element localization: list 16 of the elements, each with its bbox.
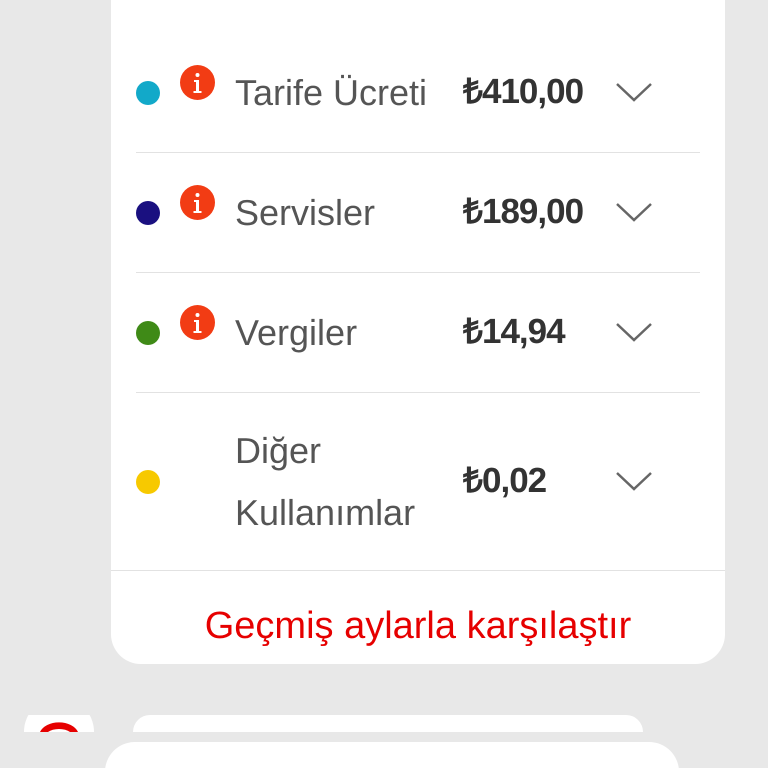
- compare-link[interactable]: Geçmiş aylarla karşılaştır: [204, 598, 632, 655]
- category-label: Vergiler: [235, 310, 358, 354]
- category-label: Diğer Kullanımlar: [235, 428, 416, 534]
- chevron-icon[interactable]: [615, 470, 653, 492]
- info-icon[interactable]: [180, 185, 215, 220]
- category-label: Tarife Ücreti: [235, 70, 428, 114]
- amount: ₺410,00: [463, 71, 584, 114]
- info-icon[interactable]: [180, 305, 215, 340]
- amount: ₺14,94: [463, 311, 566, 354]
- category-label: Servisler: [235, 190, 376, 234]
- amount: ₺189,00: [463, 191, 584, 234]
- chevron-icon[interactable]: [615, 82, 653, 104]
- chevron-icon[interactable]: [615, 322, 653, 344]
- chevron-icon[interactable]: [615, 202, 653, 224]
- info-icon[interactable]: [180, 65, 215, 100]
- amount: ₺0,02: [463, 460, 548, 502]
